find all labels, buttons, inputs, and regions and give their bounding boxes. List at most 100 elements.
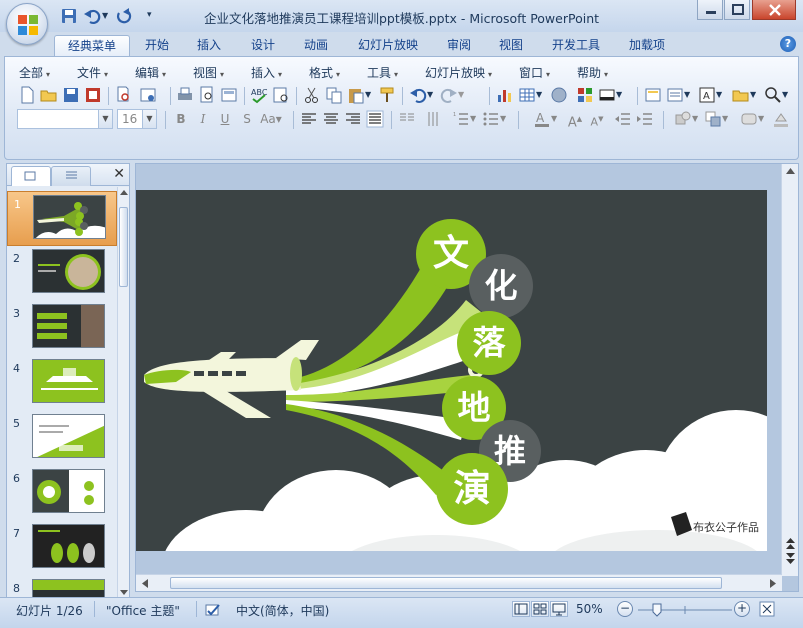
thumbnail-slide-1[interactable]: 1 (7, 191, 117, 246)
normal-view-button[interactable] (512, 601, 530, 617)
arrange-dropdown-icon[interactable]: ▼ (722, 109, 730, 129)
insert-chart-icon[interactable] (495, 85, 515, 105)
color-scheme-icon[interactable] (575, 85, 595, 105)
menu-help[interactable]: 帮助 ▾ (577, 64, 608, 81)
quick-styles-dropdown-icon[interactable]: ▼ (758, 109, 766, 129)
thumbnail-slide-8[interactable]: 8 (7, 576, 117, 598)
menu-insert[interactable]: 插入 ▾ (251, 64, 282, 81)
font-name-combo[interactable]: ▼ (17, 109, 113, 129)
editor-horizontal-scrollbar[interactable] (136, 574, 782, 591)
thumbnail-slide-4[interactable]: 4 (7, 356, 117, 411)
italic-button[interactable]: I (193, 109, 213, 129)
globe-icon[interactable] (549, 85, 569, 105)
scroll-up-icon[interactable] (782, 164, 799, 178)
spelling-icon[interactable]: ABC (249, 85, 269, 105)
redo-list-icon[interactable]: ▼ (458, 85, 466, 105)
slideshow-button[interactable] (550, 601, 568, 617)
thumbnail-slide-3[interactable]: 3 (7, 301, 117, 356)
tab-review[interactable]: 审阅 (436, 35, 482, 56)
slide-color-icon[interactable] (597, 85, 617, 105)
shapes-icon[interactable] (673, 109, 693, 129)
redo-icon[interactable] (114, 7, 132, 25)
undo-icon[interactable] (83, 7, 101, 25)
paste-icon[interactable] (346, 85, 366, 105)
thumbnail-slide-5[interactable]: 5 (7, 411, 117, 466)
tab-outline[interactable] (51, 166, 91, 186)
preview-icon[interactable] (197, 85, 217, 105)
tab-view[interactable]: 视图 (488, 35, 534, 56)
increase-indent-icon[interactable] (635, 109, 655, 129)
numbering-icon[interactable]: 1 (451, 109, 471, 129)
slide-color-dropdown-icon[interactable]: ▼ (616, 85, 624, 105)
close-button[interactable] (752, 0, 796, 20)
bullets-icon[interactable] (481, 109, 501, 129)
tab-slides[interactable] (11, 166, 51, 186)
menu-view[interactable]: 视图 ▾ (193, 64, 224, 81)
tab-addins[interactable]: 加载项 (619, 35, 675, 56)
slide-canvas[interactable]: 文 化 落 地 推 演 布衣公子作品 (136, 190, 767, 551)
menu-edit[interactable]: 编辑 ▾ (135, 64, 166, 81)
scroll-right-icon[interactable] (766, 575, 780, 592)
shape-fill-icon[interactable] (771, 109, 791, 129)
shadow-button[interactable]: S (237, 109, 257, 129)
paste-dropdown-icon[interactable]: ▼ (365, 85, 373, 105)
editor-vertical-scrollbar[interactable] (781, 164, 798, 576)
menu-tools[interactable]: 工具 ▾ (367, 64, 398, 81)
thumbnail-slide-6[interactable]: 6 (7, 466, 117, 521)
open-icon[interactable] (39, 85, 59, 105)
fit-to-window-icon[interactable] (759, 601, 775, 617)
grow-font-button[interactable]: A▲ (565, 109, 585, 130)
tab-classic-menu[interactable]: 经典菜单 (54, 35, 130, 56)
thumbnail-slide-7[interactable]: 7 (7, 521, 117, 576)
toolbar-undo-icon[interactable] (408, 85, 428, 105)
language-indicator[interactable]: 中文(简体，中国) (236, 602, 329, 619)
tab-slideshow[interactable]: 幻灯片放映 (350, 35, 426, 56)
publish-icon[interactable] (138, 85, 158, 105)
quick-styles-icon[interactable] (739, 109, 759, 129)
zoom-out-button[interactable]: − (617, 601, 633, 617)
menu-slideshow[interactable]: 幻灯片放映 ▾ (425, 64, 492, 81)
tab-developer[interactable]: 开发工具 (543, 35, 609, 56)
menu-file[interactable]: 文件 ▾ (77, 64, 108, 81)
menu-format[interactable]: 格式 ▾ (309, 64, 340, 81)
tab-animation[interactable]: 动画 (293, 35, 339, 56)
zoom-level[interactable]: 50% (576, 602, 603, 616)
text-box-dropdown-icon[interactable]: ▼ (716, 85, 724, 105)
columns-icon[interactable] (397, 109, 417, 129)
align-center-icon[interactable] (321, 109, 341, 129)
scroll-up-icon[interactable] (118, 187, 130, 199)
office-button[interactable] (6, 3, 48, 45)
menu-window[interactable]: 窗口 ▾ (519, 64, 550, 81)
decrease-indent-icon[interactable] (613, 109, 633, 129)
minimize-button[interactable] (697, 0, 723, 20)
undo-list-icon[interactable]: ▼ (427, 85, 435, 105)
folder-icon[interactable] (731, 85, 751, 105)
print-icon[interactable] (175, 85, 195, 105)
align-right-icon[interactable] (343, 109, 363, 129)
thumbnail-slide-2[interactable]: 2 (7, 246, 117, 301)
find-icon[interactable] (763, 85, 783, 105)
horizontal-scroll-thumb[interactable] (170, 577, 722, 589)
research-icon[interactable] (271, 85, 291, 105)
tab-home[interactable]: 开始 (136, 35, 178, 56)
numbering-dropdown-icon[interactable]: ▼ (470, 109, 478, 129)
font-color-icon[interactable]: A (532, 109, 552, 129)
underline-button[interactable]: U (215, 109, 235, 129)
new-document-icon[interactable] (17, 85, 37, 105)
zoom-in-button[interactable]: + (734, 601, 750, 617)
layout-icon[interactable] (219, 85, 239, 105)
find-dropdown-icon[interactable]: ▼ (782, 85, 790, 105)
help-icon[interactable]: ? (780, 36, 796, 52)
bullets-dropdown-icon[interactable]: ▼ (500, 109, 508, 129)
new-slide-icon[interactable] (643, 85, 663, 105)
font-color-dropdown-icon[interactable]: ▼ (551, 109, 559, 129)
slide-layout-icon[interactable] (665, 85, 685, 105)
menu-all[interactable]: 全部 ▾ (19, 64, 50, 81)
scroll-left-icon[interactable] (138, 575, 152, 592)
save-icon[interactable] (60, 7, 78, 25)
customize-qat-icon[interactable]: ▾ (147, 10, 165, 28)
copy-icon[interactable] (324, 85, 344, 105)
folder-dropdown-icon[interactable]: ▼ (750, 85, 758, 105)
font-size-combo[interactable]: 16 ▼ (117, 109, 157, 129)
permission-icon[interactable] (83, 85, 103, 105)
